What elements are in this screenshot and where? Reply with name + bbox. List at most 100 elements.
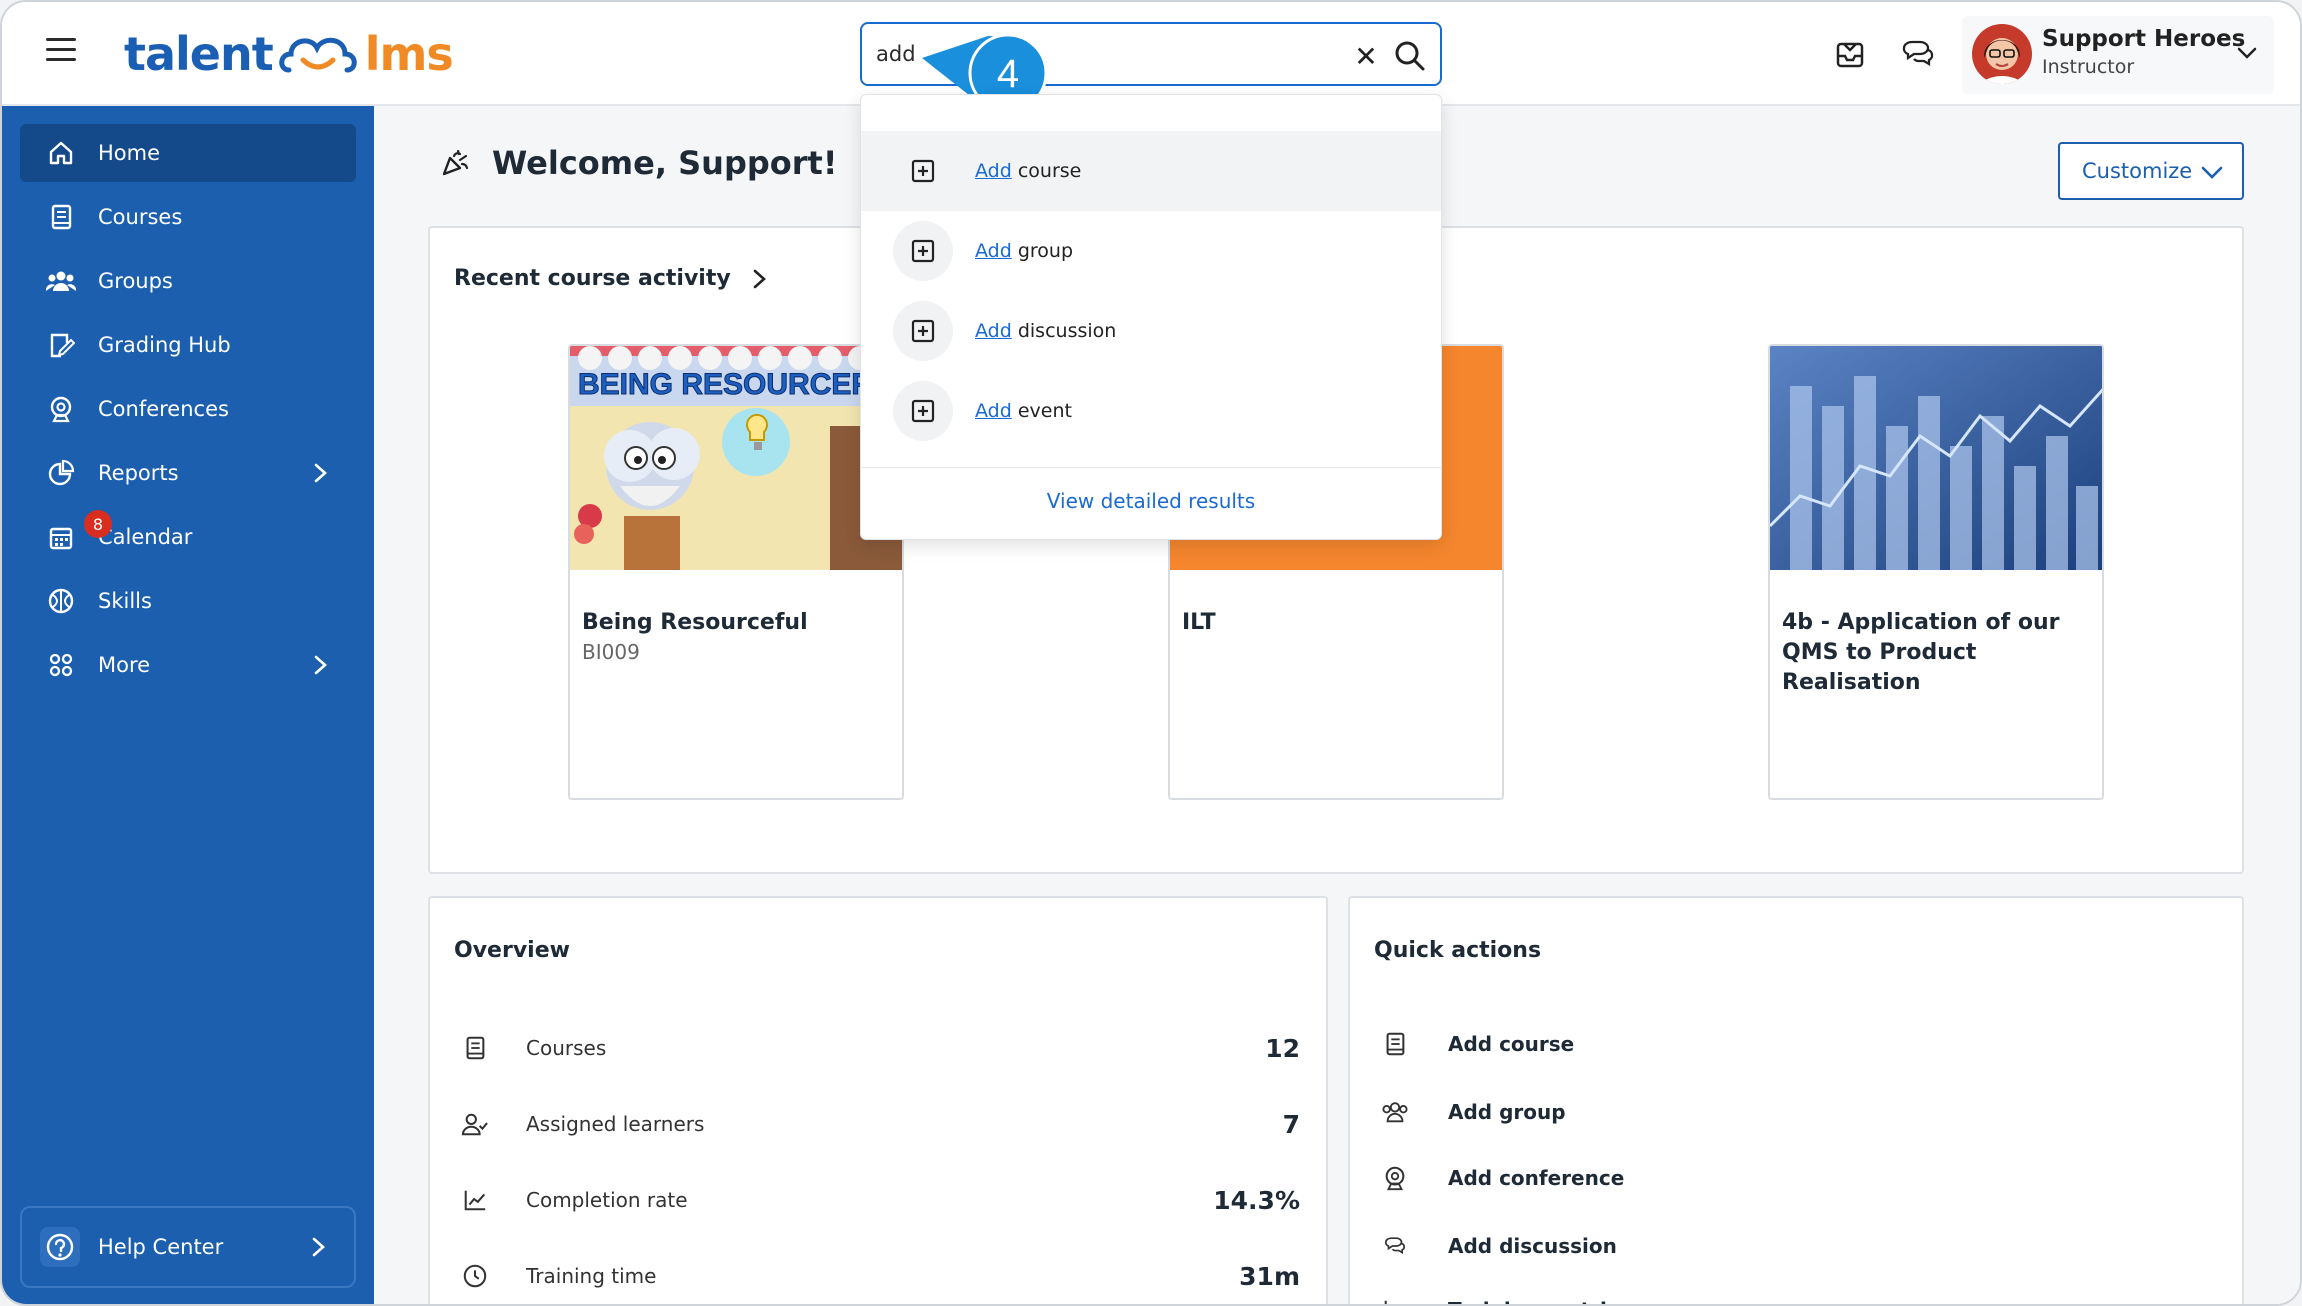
user-menu[interactable]: Support Heroes Instructor xyxy=(1962,16,2274,94)
sidebar-item-courses[interactable]: Courses xyxy=(20,188,356,246)
chevron-down-icon xyxy=(2237,47,2257,59)
logo-text-right: lms xyxy=(364,27,454,81)
menu-toggle-icon[interactable] xyxy=(46,38,76,64)
overview-row-assigned-learners: Assigned learners 7 xyxy=(460,1104,1300,1144)
overview-label: Completion rate xyxy=(526,1188,688,1212)
sidebar-item-label: Calendar xyxy=(98,525,193,549)
sidebar-item-grading-hub[interactable]: Grading Hub xyxy=(20,316,356,374)
chevron-right-icon xyxy=(312,1237,325,1257)
matrix-icon xyxy=(1380,1295,1410,1304)
webcam-icon xyxy=(46,394,76,424)
help-icon xyxy=(40,1227,80,1267)
overview-title: Overview xyxy=(454,938,570,963)
customize-label: Customize xyxy=(2082,159,2193,183)
clock-icon xyxy=(460,1261,490,1291)
overview-value: 12 xyxy=(1265,1033,1300,1063)
result-text: course xyxy=(1011,160,1082,182)
sidebar-item-groups[interactable]: Groups xyxy=(20,252,356,310)
plus-square-icon xyxy=(893,381,953,441)
result-text: event xyxy=(1011,400,1072,422)
clear-search-icon[interactable]: ✕ xyxy=(1348,38,1384,74)
skills-icon xyxy=(46,586,76,616)
quick-action-label: Add conference xyxy=(1448,1166,1625,1190)
help-center-label: Help Center xyxy=(98,1235,224,1259)
quick-action-label: Add discussion xyxy=(1448,1234,1617,1258)
quick-action-add-course[interactable]: Add course xyxy=(1380,1024,1980,1064)
view-detailed-results-link[interactable]: View detailed results xyxy=(861,489,1441,513)
quick-action-add-discussion[interactable]: Add discussion xyxy=(1380,1226,1980,1266)
course-code: BI009 xyxy=(582,640,640,664)
search-results-dropdown: Add course Add group Add discussion Add … xyxy=(860,94,1442,540)
sidebar-item-more[interactable]: More xyxy=(20,636,356,694)
chat-icon xyxy=(1380,1231,1410,1261)
webcam-icon xyxy=(1380,1163,1410,1193)
overview-row-training-time: Training time 31m xyxy=(460,1256,1300,1296)
cloud-smile-icon xyxy=(278,37,357,73)
inbox-icon[interactable] xyxy=(1830,34,1870,74)
course-title: ILT xyxy=(1182,610,1216,635)
book-icon xyxy=(46,202,76,232)
sidebar-item-skills[interactable]: Skills xyxy=(20,572,356,630)
search-result-label: Add event xyxy=(975,400,1072,422)
sidebar-item-label: Grading Hub xyxy=(98,333,231,357)
overview-label: Training time xyxy=(526,1264,657,1288)
grading-icon xyxy=(46,330,76,360)
result-text: discussion xyxy=(1011,320,1117,342)
search-result-label: Add group xyxy=(975,240,1073,262)
pie-chart-icon xyxy=(46,458,76,488)
customize-button[interactable]: Customize xyxy=(2058,142,2244,200)
plus-square-icon xyxy=(893,301,953,361)
search-icon[interactable] xyxy=(1392,38,1428,74)
talentlms-logo[interactable]: talent lms xyxy=(124,24,454,84)
overview-card: Overview Courses 12 Assigned learners 7 … xyxy=(428,896,1328,1304)
course-card[interactable]: BEING RESOURCEFUL Being Resourceful BI00… xyxy=(568,344,904,800)
match-highlight: Add xyxy=(975,240,1012,262)
divider xyxy=(861,467,1441,468)
sidebar-item-conferences[interactable]: Conferences xyxy=(20,380,356,438)
result-text: group xyxy=(1011,240,1074,262)
match-highlight: Add xyxy=(975,160,1012,182)
quick-actions-card: Quick actions Add course Add group Add c… xyxy=(1348,896,2244,1304)
recent-activity-title[interactable]: Recent course activity xyxy=(454,266,769,291)
overview-label: Assigned learners xyxy=(526,1112,705,1136)
sidebar-item-label: Skills xyxy=(98,589,152,613)
search-result-add-course[interactable]: Add course xyxy=(861,131,1441,211)
user-avatar xyxy=(1972,24,2032,84)
calendar-icon: 8 xyxy=(46,510,112,552)
welcome-text: Welcome, Support! xyxy=(492,144,838,182)
sidebar-item-label: More xyxy=(98,653,151,677)
sidebar-item-label: Home xyxy=(98,141,161,165)
sidebar-item-label: Conferences xyxy=(98,397,229,421)
app-window: talent lms ✕ xyxy=(0,0,2302,1306)
user-name: Support Heroes xyxy=(2042,26,2246,52)
course-card[interactable]: 4b - Application of our QMS to Product R… xyxy=(1768,344,2104,800)
logo-text-left: talent xyxy=(124,27,274,81)
search-result-label: Add discussion xyxy=(975,320,1116,342)
sidebar-item-home[interactable]: Home xyxy=(20,124,356,182)
quick-action-label: Add course xyxy=(1448,1032,1575,1056)
chevron-down-icon xyxy=(2201,166,2223,179)
sidebar-item-reports[interactable]: Reports xyxy=(20,444,356,502)
user-check-icon xyxy=(460,1109,490,1139)
sidebar-item-label: Groups xyxy=(98,269,173,293)
quick-action-training-matrix[interactable]: Training matrix xyxy=(1380,1290,1980,1304)
course-thumbnail: BEING RESOURCEFUL xyxy=(570,346,902,570)
top-header: talent lms ✕ xyxy=(2,2,2300,113)
sidebar-item-calendar[interactable]: 8 Calendar xyxy=(20,508,356,566)
match-highlight: Add xyxy=(975,320,1012,342)
search-result-add-event[interactable]: Add event xyxy=(861,371,1441,451)
help-center-button[interactable]: Help Center xyxy=(20,1206,356,1288)
chevron-right-icon xyxy=(314,655,327,675)
chat-icon[interactable] xyxy=(1898,34,1938,74)
search-result-label: Add course xyxy=(975,160,1081,182)
trend-chart-icon xyxy=(460,1185,490,1215)
course-title: 4b - Application of our QMS to Product R… xyxy=(1782,610,2060,695)
search-result-add-discussion[interactable]: Add discussion xyxy=(861,291,1441,371)
overview-value: 14.3% xyxy=(1213,1185,1300,1215)
quick-action-add-group[interactable]: Add group xyxy=(1380,1092,1980,1132)
quick-action-add-conference[interactable]: Add conference xyxy=(1380,1158,1980,1198)
search-result-add-group[interactable]: Add group xyxy=(861,211,1441,291)
overview-row-courses: Courses 12 xyxy=(460,1028,1300,1068)
course-title: Being Resourceful xyxy=(582,610,808,635)
overview-label: Courses xyxy=(526,1036,607,1060)
